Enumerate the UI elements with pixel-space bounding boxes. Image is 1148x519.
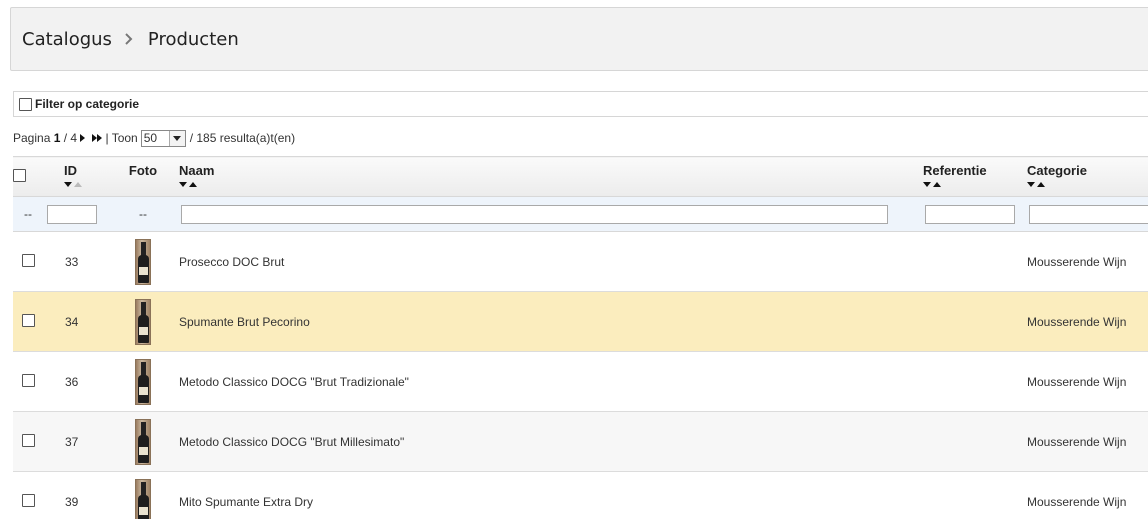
breadcrumb-current: Producten — [147, 28, 239, 50]
table-row[interactable]: 39 Mito Spumante Extra Dry Mousserende W… — [13, 471, 1148, 519]
breadcrumb-bar: Catalogus Producten — [10, 7, 1148, 71]
row-reference — [922, 471, 1026, 519]
row-name: Spumante Brut Pecorino — [178, 291, 922, 352]
row-reference — [922, 411, 1026, 472]
row-name: Metodo Classico DOCG "Brut Millesimato" — [178, 411, 922, 472]
sort-desc-icon[interactable] — [1027, 182, 1035, 187]
sort-asc-icon[interactable] — [189, 182, 197, 187]
product-table: ID Foto Naam Referentie Categorie -- -- … — [13, 156, 1148, 519]
id-sort-controls — [64, 182, 108, 187]
row-id: 36 — [43, 351, 108, 412]
column-category-label: Categorie — [1027, 163, 1087, 178]
table-row[interactable]: 34 Spumante Brut Pecorino Mousserende Wi… — [13, 291, 1148, 352]
row-name: Prosecco DOC Brut — [178, 231, 922, 292]
id-filter-input[interactable] — [47, 204, 97, 224]
pagination-current-page: 1 — [53, 131, 61, 145]
row-category: Mousserende Wijn — [1026, 411, 1148, 472]
category-sort-controls — [1027, 182, 1148, 187]
row-category: Mousserende Wijn — [1026, 231, 1148, 292]
product-thumbnail[interactable] — [135, 358, 151, 405]
row-category: Mousserende Wijn — [1026, 351, 1148, 412]
row-category: Mousserende Wijn — [1026, 291, 1148, 352]
filter-row: -- -- — [13, 196, 1148, 232]
chevron-right-icon — [125, 33, 133, 45]
table-row[interactable]: 36 Metodo Classico DOCG "Brut Tradiziona… — [13, 351, 1148, 412]
name-sort-controls — [179, 182, 922, 187]
filter-category-label[interactable]: Filter op categorie — [35, 97, 139, 111]
column-header-category: Categorie — [1026, 156, 1148, 197]
table-row[interactable]: 33 Prosecco DOC Brut Mousserende Wijn — [13, 231, 1148, 292]
chevron-down-icon[interactable] — [168, 130, 185, 146]
row-reference — [922, 291, 1026, 352]
row-id: 39 — [43, 471, 108, 519]
last-page-icon[interactable] — [92, 134, 103, 142]
sort-asc-icon[interactable] — [74, 182, 82, 187]
reference-filter-input[interactable] — [925, 204, 1015, 224]
filter-photo-placeholder: -- — [108, 196, 178, 232]
results-count: / 185 resulta(a)t(en) — [189, 131, 296, 145]
pagination-bar: Pagina 1 / 4 | Toon 50 / 185 resulta(a)t… — [13, 128, 295, 148]
column-header-reference: Referentie — [922, 156, 1026, 197]
column-reference-label: Referentie — [923, 163, 987, 178]
column-id-label: ID — [64, 163, 77, 178]
row-name: Metodo Classico DOCG "Brut Tradizionale" — [178, 351, 922, 412]
product-thumbnail[interactable] — [135, 478, 151, 519]
column-header-id: ID — [43, 156, 108, 197]
row-name: Mito Spumante Extra Dry — [178, 471, 922, 519]
row-id: 33 — [43, 231, 108, 292]
row-checkbox[interactable] — [21, 493, 35, 507]
row-checkbox[interactable] — [21, 253, 35, 267]
column-photo-label: Foto — [128, 163, 158, 178]
category-filter-bar: Filter op categorie — [13, 91, 1148, 117]
sort-desc-icon[interactable] — [179, 182, 187, 187]
sort-desc-icon[interactable] — [64, 182, 72, 187]
row-category: Mousserende Wijn — [1026, 471, 1148, 519]
per-page-select[interactable]: 50 — [140, 129, 186, 147]
sort-desc-icon[interactable] — [923, 182, 931, 187]
product-thumbnail[interactable] — [135, 298, 151, 345]
pagination-prefix: Pagina — [13, 131, 51, 145]
filter-category-checkbox[interactable] — [19, 97, 32, 111]
row-checkbox[interactable] — [21, 373, 35, 387]
row-checkbox[interactable] — [21, 313, 35, 327]
per-page-value: 50 — [143, 131, 158, 145]
table-header-row: ID Foto Naam Referentie Categorie — [13, 156, 1148, 197]
row-reference — [922, 351, 1026, 412]
sort-asc-icon[interactable] — [1037, 182, 1045, 187]
row-id: 37 — [43, 411, 108, 472]
sort-asc-icon[interactable] — [933, 182, 941, 187]
row-checkbox[interactable] — [21, 433, 35, 447]
filter-select-placeholder: -- — [13, 196, 43, 232]
pagination-total-pages: / 4 — [63, 131, 78, 145]
next-page-icon[interactable] — [80, 134, 86, 142]
column-header-name: Naam — [178, 156, 922, 197]
show-label: | Toon — [105, 131, 138, 145]
column-header-photo: Foto — [108, 156, 178, 197]
column-name-label: Naam — [179, 163, 215, 178]
product-thumbnail[interactable] — [135, 238, 151, 285]
product-thumbnail[interactable] — [135, 418, 151, 465]
table-row[interactable]: 37 Metodo Classico DOCG "Brut Millesimat… — [13, 411, 1148, 472]
reference-sort-controls — [923, 182, 1026, 187]
category-filter-input[interactable] — [1029, 204, 1148, 224]
breadcrumb-root[interactable]: Catalogus — [22, 29, 112, 50]
select-all-checkbox[interactable] — [13, 168, 26, 182]
name-filter-input[interactable] — [181, 204, 888, 224]
row-id: 34 — [43, 291, 108, 352]
row-reference — [922, 231, 1026, 292]
